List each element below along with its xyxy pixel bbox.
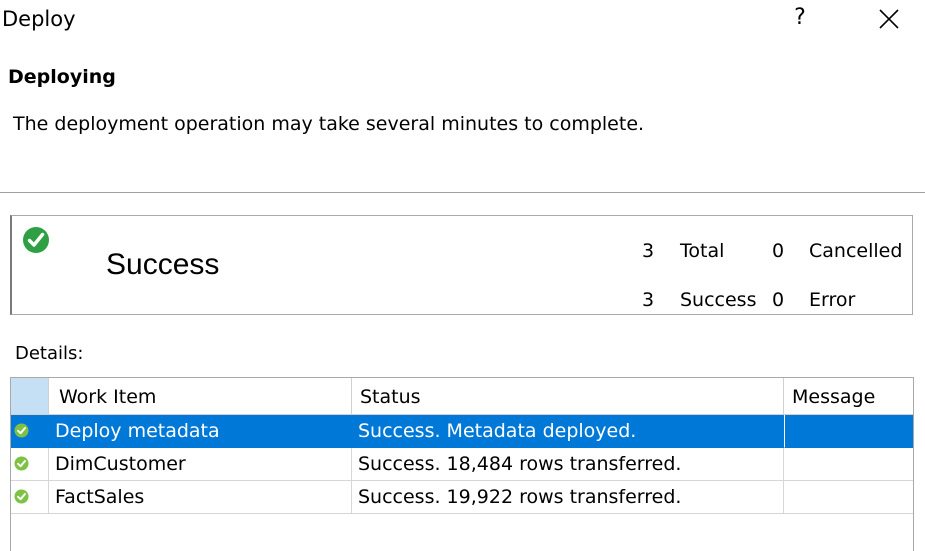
status-cell: Success. 19,922 rows transferred. <box>352 481 784 514</box>
work-item-cell: FactSales <box>49 481 352 514</box>
details-grid[interactable]: Work Item Status Message Deploy metadata… <box>10 377 914 551</box>
summary-status: Success <box>106 248 220 281</box>
close-icon <box>879 9 899 29</box>
error-label: Error <box>809 289 856 311</box>
row-status-cell <box>11 448 49 481</box>
table-row[interactable]: Deploy metadata Success. Metadata deploy… <box>11 415 913 448</box>
row-status-cell <box>11 415 49 448</box>
close-button[interactable] <box>876 6 902 32</box>
success-check-icon <box>14 456 29 471</box>
status-cell: Success. 18,484 rows transferred. <box>352 448 784 481</box>
details-label: Details: <box>15 343 84 364</box>
work-item-cell: DimCustomer <box>49 448 352 481</box>
success-check-icon <box>14 489 29 504</box>
cancelled-count: 0 <box>772 240 785 262</box>
success-count: 3 <box>642 289 655 311</box>
page-description: The deployment operation may take severa… <box>13 113 645 135</box>
help-button[interactable]: ? <box>789 5 811 30</box>
page-heading: Deploying <box>8 66 116 88</box>
message-cell <box>784 415 913 448</box>
window-title: Deploy <box>2 7 76 31</box>
total-label: Total <box>680 240 725 262</box>
select-all-header[interactable] <box>11 378 49 415</box>
column-header-status[interactable]: Status <box>352 378 784 415</box>
table-row[interactable]: DimCustomer Success. 18,484 rows transfe… <box>11 448 913 481</box>
success-check-icon <box>14 423 29 438</box>
summary-panel: Success 3 Total 0 Cancelled 3 Success 0 … <box>10 215 913 315</box>
message-cell <box>784 481 913 514</box>
divider <box>0 192 925 193</box>
column-header-message[interactable]: Message <box>784 378 913 415</box>
work-item-cell: Deploy metadata <box>49 415 352 448</box>
message-cell <box>784 448 913 481</box>
success-label: Success <box>680 289 757 311</box>
success-check-icon <box>23 227 49 253</box>
cancelled-label: Cancelled <box>809 240 903 262</box>
error-count: 0 <box>772 289 785 311</box>
status-cell: Success. Metadata deployed. <box>352 415 784 448</box>
table-row[interactable]: FactSales Success. 19,922 rows transferr… <box>11 481 913 514</box>
column-header-work-item[interactable]: Work Item <box>49 378 352 415</box>
total-count: 3 <box>642 240 655 262</box>
row-status-cell <box>11 481 49 514</box>
